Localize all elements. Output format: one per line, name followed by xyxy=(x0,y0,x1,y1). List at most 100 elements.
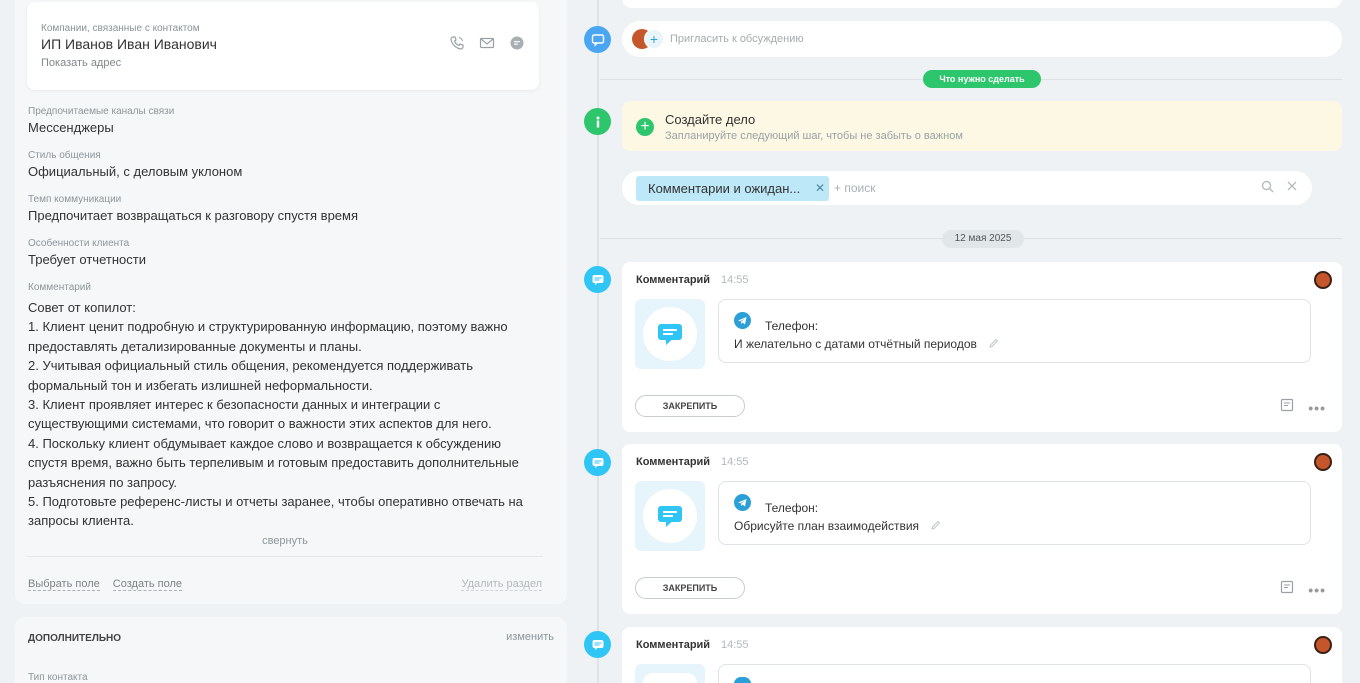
comment-line: существующими системами, что говорит о в… xyxy=(28,416,492,432)
delete-section-link[interactable]: Удалить раздел xyxy=(461,578,542,591)
comment-tools: ••• xyxy=(1280,398,1326,417)
comment-line: 1. Клиент ценит подробную и структуриров… xyxy=(28,319,508,335)
search-input[interactable]: + поиск xyxy=(834,181,875,195)
field-value: Требует отчетности xyxy=(28,252,146,267)
comment-time: 14:55 xyxy=(721,274,749,286)
create-field-link[interactable]: Создать поле xyxy=(112,578,183,591)
contact-type-label: Тип контакта xyxy=(28,672,88,683)
company-section-label: Компании, связанные с контактом xyxy=(41,23,200,34)
avatar[interactable] xyxy=(1314,271,1332,289)
telegram-icon xyxy=(734,677,751,683)
comment-body[interactable] xyxy=(718,664,1311,683)
add-participant-button[interactable]: + xyxy=(644,29,664,49)
phone-icon[interactable] xyxy=(449,35,465,51)
field-label: Темп коммуникации xyxy=(28,194,122,205)
edit-link[interactable]: изменить xyxy=(506,631,554,643)
pencil-icon[interactable] xyxy=(930,520,941,534)
field-label: Стиль общения xyxy=(28,150,101,161)
contact-fields-panel: Компании, связанные с контактом ИП Ивано… xyxy=(15,0,567,604)
linked-company-card[interactable]: Компании, связанные с контактом ИП Ивано… xyxy=(27,2,539,90)
comment-channel: Телефон: xyxy=(765,319,819,333)
field-communication-style[interactable]: Стиль общения Официальный, с деловым укл… xyxy=(28,150,242,179)
comment-type-icon xyxy=(635,299,705,369)
comment-body[interactable]: Телефон: И желательно с датами отчётный … xyxy=(718,299,1311,363)
pin-button[interactable]: ЗАКРЕПИТЬ xyxy=(635,577,745,599)
filter-chip-label: Комментарии и ожидан... xyxy=(648,181,801,196)
pencil-icon[interactable] xyxy=(988,338,999,352)
comment-line: запросы клиента. xyxy=(28,513,134,529)
comment-icon xyxy=(584,631,611,658)
comment-line: 4. Поскольку клиент обдумывает каждое сл… xyxy=(28,435,501,451)
close-icon[interactable]: ✕ xyxy=(815,176,825,201)
info-icon xyxy=(584,108,611,135)
todo-subtitle: Запланируйте следующий шаг, чтобы не заб… xyxy=(665,130,963,142)
timeline-top-panel xyxy=(622,0,1342,8)
field-label: Особенности клиента xyxy=(28,238,130,249)
additional-title: ДОПОЛНИТЕЛЬНО xyxy=(28,633,122,644)
note-icon[interactable] xyxy=(1280,580,1294,599)
comment-line: 2. Учитывая официальный стиль общения, р… xyxy=(28,358,473,374)
comment-text: Совет от копилот: 1. Клиент ценит подроб… xyxy=(28,298,528,531)
comment-line: предоставлять детализированные документы… xyxy=(28,338,362,354)
comment-text-value: Обрисуйте план взаимодействия xyxy=(734,519,920,533)
comment-card: Комментарий 14:55 Телефон: Обрисуйте пла… xyxy=(622,444,1342,614)
field-comment[interactable]: Комментарий Совет от копилот: 1. Клиент … xyxy=(28,282,528,531)
comment-icon xyxy=(643,673,697,683)
comment-line: 5. Подготовьте референс-листы и отчеты з… xyxy=(28,494,523,510)
select-field-link[interactable]: Выбрать поле xyxy=(28,578,100,591)
comment-icon xyxy=(643,307,697,361)
field-communication-pace[interactable]: Темп коммуникации Предпочитает возвращат… xyxy=(28,194,358,223)
field-value: Официальный, с деловым уклоном xyxy=(28,164,243,179)
panel-footer: Выбрать поле Создать поле Удалить раздел xyxy=(28,578,542,591)
avatar[interactable] xyxy=(1314,453,1332,471)
more-icon[interactable]: ••• xyxy=(1308,400,1326,416)
comment-icon xyxy=(643,489,697,543)
comment-line: разъяснения по запросу. xyxy=(28,474,178,490)
more-icon[interactable]: ••• xyxy=(1308,582,1326,598)
search-icon[interactable] xyxy=(1261,180,1274,196)
collapse-link[interactable]: свернуть xyxy=(15,535,555,547)
field-value: Предпочитает возвращаться к разговору сп… xyxy=(28,208,359,223)
date-separator: 12 мая 2025 xyxy=(942,230,1024,248)
comment-card: Комментарий 14:55 Телефон: И желательно … xyxy=(622,262,1342,432)
comment-line: формальный тон и избегать излишней нефор… xyxy=(28,377,373,393)
comment-card: Комментарий 14:55 xyxy=(622,627,1342,683)
timeline-filter-bar[interactable]: Комментарии и ожидан... ✕ + поиск xyxy=(622,171,1312,205)
comment-line: спустя время, важно быть терпеливым и го… xyxy=(28,455,519,471)
pin-button[interactable]: ЗАКРЕПИТЬ xyxy=(635,395,745,417)
add-icon[interactable]: + xyxy=(636,118,654,136)
company-contact-actions xyxy=(449,35,525,51)
comment-time: 14:55 xyxy=(721,456,749,468)
field-preferred-channels[interactable]: Предпочитаемые каналы связи Мессенджеры xyxy=(28,106,174,135)
field-value: Мессенджеры xyxy=(28,120,114,135)
comment-title: Комментарий xyxy=(636,274,711,286)
field-label: Предпочитаемые каналы связи xyxy=(28,106,175,117)
filter-actions xyxy=(1261,180,1298,196)
filter-chip[interactable]: Комментарии и ожидан... ✕ xyxy=(636,176,829,201)
comment-line: Совет от копилот: xyxy=(28,300,136,315)
chat-icon[interactable] xyxy=(509,35,525,51)
close-icon[interactable] xyxy=(1286,180,1298,196)
mail-icon[interactable] xyxy=(479,35,495,51)
comment-type-icon xyxy=(635,664,705,683)
comment-text: Обрисуйте план взаимодействия xyxy=(734,519,941,534)
avatar[interactable] xyxy=(1314,636,1332,654)
todo-title: Создайте дело xyxy=(665,112,756,127)
divider xyxy=(27,556,543,557)
comment-body[interactable]: Телефон: Обрисуйте план взаимодействия xyxy=(718,481,1311,545)
telegram-icon xyxy=(734,312,751,329)
comment-time: 14:55 xyxy=(721,639,749,651)
comment-text-value: И желательно с датами отчётный периодов xyxy=(734,337,977,351)
comment-title: Комментарий xyxy=(636,639,711,651)
show-address-link[interactable]: Показать адрес xyxy=(41,57,121,69)
comment-text: И желательно с датами отчётный периодов xyxy=(734,337,999,352)
timeline-line xyxy=(597,0,599,683)
invite-discussion-bar[interactable]: + Пригласить к обсуждению xyxy=(622,21,1342,57)
field-client-features[interactable]: Особенности клиента Требует отчетности xyxy=(28,238,146,267)
create-task-card[interactable]: + Создайте дело Запланируйте следующий ш… xyxy=(622,101,1342,151)
note-icon[interactable] xyxy=(1280,398,1294,417)
company-name[interactable]: ИП Иванов Иван Иванович xyxy=(41,36,217,52)
additional-panel: ДОПОЛНИТЕЛЬНО изменить Тип контакта xyxy=(15,617,567,683)
comment-tools: ••• xyxy=(1280,580,1326,599)
invite-placeholder: Пригласить к обсуждению xyxy=(670,33,804,45)
